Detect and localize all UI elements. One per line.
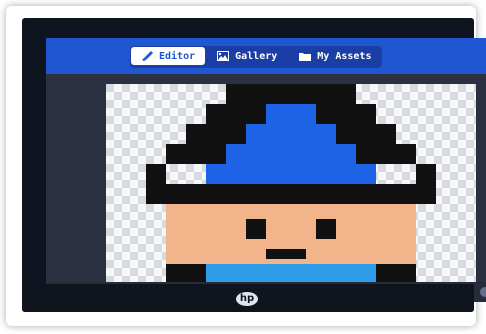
tab-my-assets-label: My Assets — [317, 50, 372, 62]
tab-bar: Editor Gallery My Assets — [130, 46, 383, 68]
wifi-icon[interactable] — [480, 287, 486, 297]
folder-icon — [299, 51, 312, 61]
brush-icon — [141, 51, 153, 61]
pixel-art-canvas[interactable] — [106, 84, 476, 294]
tab-editor-label: Editor — [159, 50, 196, 62]
tab-my-assets[interactable]: My Assets — [289, 47, 381, 65]
tab-editor[interactable]: Editor — [131, 47, 206, 65]
tab-gallery-label: Gallery — [235, 50, 278, 62]
image-icon — [217, 51, 230, 61]
top-bar: Editor Gallery My Assets — [46, 38, 486, 74]
monitor: Editor Gallery My Assets — [22, 18, 486, 312]
tab-gallery[interactable]: Gallery — [207, 47, 287, 65]
editor-canvas-area[interactable] — [46, 74, 486, 302]
brand-logo: hp — [236, 292, 258, 306]
app-screen: Editor Gallery My Assets — [46, 38, 486, 302]
